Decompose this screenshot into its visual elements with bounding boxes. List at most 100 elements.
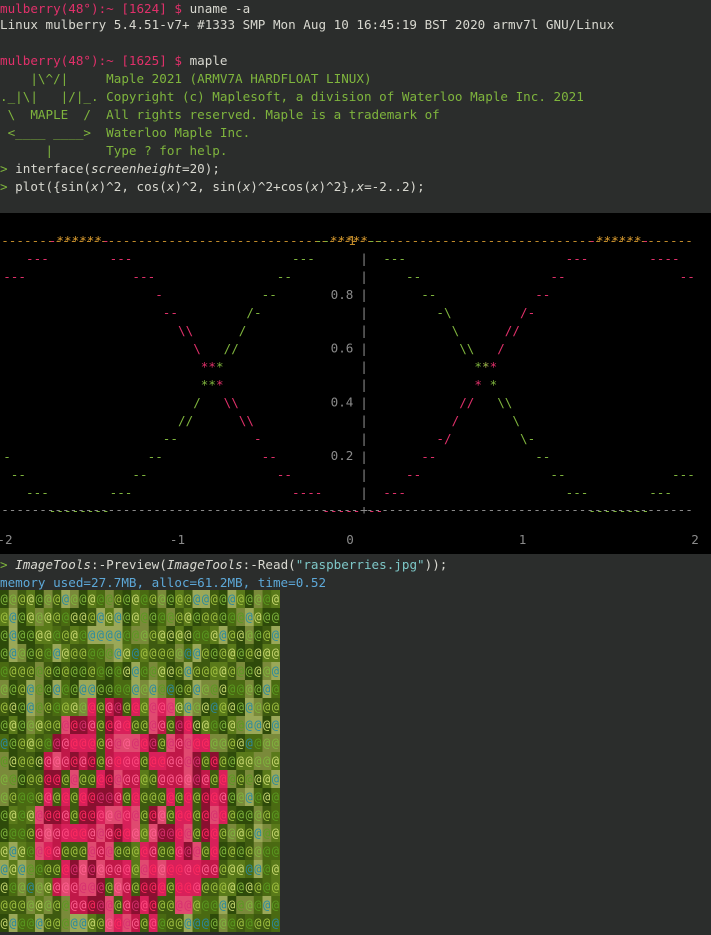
image-pixel-glyph: @	[36, 700, 43, 714]
plot-top-dash: -	[510, 233, 518, 248]
input-text: )^2},	[318, 179, 357, 194]
x-axis-dash: -	[115, 502, 123, 517]
maple-input-interface[interactable]: > interface(screenheight=20);	[0, 160, 220, 178]
plot-top-dash: -	[199, 233, 207, 248]
image-pixel-glyph: @	[53, 736, 60, 750]
y-tick-label: 0.6	[331, 341, 354, 356]
series-sin2-mark: -	[140, 269, 148, 284]
image-pixel-glyph: @	[272, 790, 279, 804]
series-sin2-mark: -	[49, 233, 57, 248]
image-pixel-glyph: @	[158, 916, 165, 930]
series-cos2-mark: -	[573, 485, 581, 500]
image-pixel-glyph: @	[27, 718, 34, 732]
image-pixel-glyph: @	[149, 916, 156, 930]
image-pixel-glyph: @	[97, 628, 104, 642]
series-sin2-mark: /	[512, 323, 520, 338]
series-cos2-mark: -	[3, 449, 11, 464]
image-pixel-glyph: @	[62, 826, 69, 840]
image-pixel-glyph: @	[263, 898, 270, 912]
image-pixel-glyph: @	[53, 754, 60, 768]
image-pixel-glyph: @	[141, 844, 148, 858]
image-pixel-glyph: @	[272, 664, 279, 678]
image-pixel-glyph: @	[114, 736, 121, 750]
image-pixel-glyph: @	[219, 754, 226, 768]
x-axis-dash: -	[290, 502, 298, 517]
image-pixel-glyph: @	[211, 862, 218, 876]
plot-top-dash: -	[252, 233, 260, 248]
series-one-star: *	[79, 233, 87, 248]
x-axis-dash: -	[541, 502, 549, 517]
series-cos2-mark: \	[497, 395, 505, 410]
maple-input-image[interactable]: > ImageTools:-Preview(ImageTools:-Read("…	[0, 556, 447, 574]
image-pixel-glyph: @	[228, 700, 235, 714]
image-pixel-glyph: @	[71, 880, 78, 894]
image-pixel-glyph: @	[88, 880, 95, 894]
image-pixel-glyph: @	[123, 808, 130, 822]
image-pixel-glyph: @	[88, 844, 95, 858]
image-pixel-glyph: @	[123, 916, 130, 930]
series-cos2-mark: -	[292, 251, 300, 266]
plot-top-dash: -	[427, 233, 435, 248]
image-pixel-glyph: @	[202, 628, 209, 642]
image-pixel-glyph: @	[132, 718, 139, 732]
image-pixel-glyph: @	[193, 628, 200, 642]
series-one-star: *	[72, 233, 80, 248]
prompt-line-2: mulberry(48°):~ [1625] $ maple	[0, 52, 227, 70]
series-one-star: *	[596, 233, 604, 248]
plot-top-dash: -	[472, 233, 480, 248]
series-cos2-mark: -	[680, 467, 688, 482]
image-pixel-glyph: @	[62, 610, 69, 624]
image-pixel-glyph: @	[228, 826, 235, 840]
series-sin2-mark: -	[26, 251, 34, 266]
plot-top-dash: -	[275, 233, 283, 248]
image-pixel-glyph: @	[228, 808, 235, 822]
image-pixel-glyph: @	[36, 916, 43, 930]
image-pixel-glyph: @	[18, 700, 25, 714]
image-pixel-glyph: @	[202, 718, 209, 732]
image-pixel-glyph: @	[27, 898, 34, 912]
shell-prompt: mulberry(48°):~ [1625] $	[0, 53, 182, 68]
image-pixel-glyph: @	[158, 808, 165, 822]
image-pixel-glyph: @	[53, 700, 60, 714]
image-pixel-glyph: @	[211, 736, 218, 750]
image-pixel-glyph: @	[254, 682, 261, 696]
series-cos2-mark: -	[94, 503, 102, 518]
series-sin2-mark: -	[680, 269, 688, 284]
image-pixel-glyph: @	[9, 754, 16, 768]
maple-input-plot[interactable]: > plot({sin(x)^2, cos(x)^2, sin(x)^2+cos…	[0, 178, 425, 196]
banner-line-1: |\^/| Maple 2021 (ARMV7A HARDFLOAT LINUX…	[0, 70, 371, 88]
image-pixel-glyph: @	[9, 844, 16, 858]
image-pixel-glyph: @	[106, 718, 113, 732]
image-pixel-glyph: @	[27, 700, 34, 714]
image-pixel-glyph: @	[141, 718, 148, 732]
series-cos2-mark: *	[490, 377, 498, 392]
image-pixel-glyph: @	[71, 664, 78, 678]
image-pixel-glyph: @	[53, 844, 60, 858]
image-pixel-glyph: @	[158, 826, 165, 840]
image-pixel-glyph: @	[246, 610, 253, 624]
series-cos2-mark: -	[649, 485, 657, 500]
image-pixel-glyph: @	[106, 844, 113, 858]
image-pixel-glyph: @	[202, 592, 209, 606]
image-pixel-glyph: @	[132, 664, 139, 678]
image-pixel-glyph: @	[254, 664, 261, 678]
x-axis-dash: -	[655, 502, 663, 517]
series-one-star: *	[87, 233, 95, 248]
image-pixel-glyph: @	[79, 916, 86, 930]
plot-top-dash: -	[488, 233, 496, 248]
x-axis-dash: -	[457, 502, 465, 517]
image-pixel-glyph: @	[211, 916, 218, 930]
image-pixel-glyph: @	[193, 736, 200, 750]
series-cos2-mark: -	[102, 503, 110, 518]
series-sin2-mark: /	[452, 413, 460, 428]
image-pixel-glyph: @	[18, 898, 25, 912]
image-pixel-glyph: @	[254, 790, 261, 804]
image-pixel-glyph: @	[149, 898, 156, 912]
image-pixel-glyph: @	[202, 736, 209, 750]
image-pixel-glyph: @	[97, 772, 104, 786]
image-pixel-glyph: @	[263, 862, 270, 876]
series-sin2-mark: -	[254, 431, 262, 446]
image-pixel-glyph: @	[219, 808, 226, 822]
image-pixel-glyph: @	[106, 664, 113, 678]
image-pixel-glyph: @	[53, 718, 60, 732]
